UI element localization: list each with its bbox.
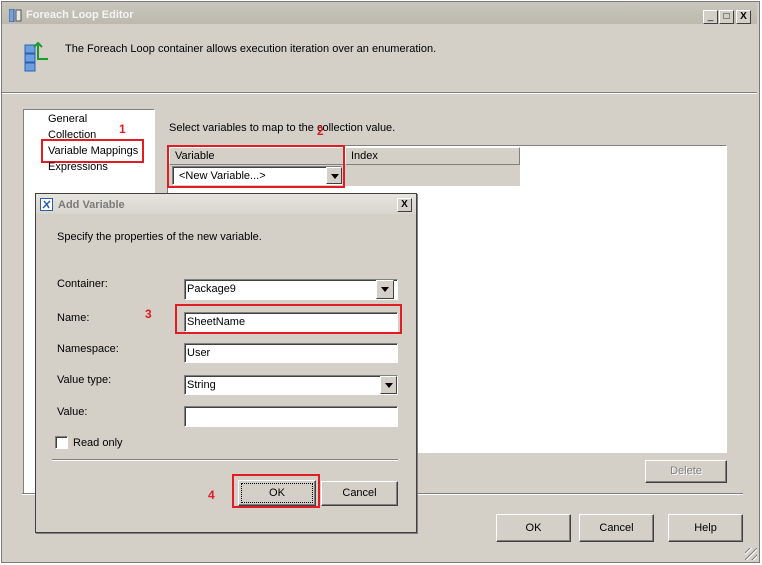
value-type-dropdown-value: String xyxy=(187,379,216,391)
highlight-box-1 xyxy=(41,139,144,163)
window-app-icon xyxy=(8,8,22,23)
variable-icon xyxy=(40,198,53,211)
value-label: Value: xyxy=(57,406,88,418)
read-only-checkbox[interactable] xyxy=(55,436,68,449)
annotation-3: 3 xyxy=(145,307,152,321)
value-input[interactable] xyxy=(184,406,398,427)
annotation-1: 1 xyxy=(119,122,126,136)
column-header-index[interactable]: Index xyxy=(345,147,520,165)
annotation-4: 4 xyxy=(208,488,215,502)
dialog-cancel-button[interactable]: Cancel xyxy=(321,481,398,506)
help-button[interactable]: Help xyxy=(668,514,743,542)
window-title: Foreach Loop Editor xyxy=(26,9,134,21)
highlight-box-4 xyxy=(232,474,320,508)
value-type-dropdown[interactable]: String xyxy=(184,375,398,395)
ok-button[interactable]: OK xyxy=(496,514,571,542)
namespace-input[interactable]: User xyxy=(184,343,398,363)
dialog-instruction: Specify the properties of the new variab… xyxy=(57,231,262,243)
highlight-box-2 xyxy=(167,145,345,188)
dialog-title: Add Variable xyxy=(58,199,125,211)
container-dropdown-value: Package9 xyxy=(187,283,236,295)
ok-button-label: OK xyxy=(525,522,542,534)
read-only-label: Read only xyxy=(73,437,123,449)
value-type-label: Value type: xyxy=(57,374,112,386)
nav-item-general[interactable]: General xyxy=(48,113,87,125)
help-button-label: Help xyxy=(694,522,717,534)
cancel-button[interactable]: Cancel xyxy=(579,514,654,542)
name-label: Name: xyxy=(57,312,90,324)
chevron-down-icon[interactable] xyxy=(376,280,394,299)
close-button[interactable]: X xyxy=(736,10,751,24)
delete-button[interactable]: Delete xyxy=(645,460,727,483)
chevron-down-icon[interactable] xyxy=(380,376,397,394)
dialog-divider xyxy=(52,459,398,461)
annotation-2: 2 xyxy=(317,124,324,138)
namespace-label: Namespace: xyxy=(57,343,119,355)
minimize-button[interactable]: _ xyxy=(703,10,718,24)
namespace-input-value: User xyxy=(187,347,211,359)
header-divider xyxy=(2,92,757,94)
container-dropdown[interactable]: Package9 xyxy=(184,279,398,300)
mappings-instruction: Select variables to map to the collectio… xyxy=(169,122,396,134)
resize-grip-icon[interactable] xyxy=(745,548,757,560)
highlight-box-3 xyxy=(175,304,402,334)
nav-item-expressions[interactable]: Expressions xyxy=(48,161,108,173)
dialog-close-button[interactable]: X xyxy=(397,198,412,212)
foreach-loop-icon xyxy=(24,41,54,75)
dialog-cancel-button-label: Cancel xyxy=(342,487,377,499)
maximize-button[interactable]: □ xyxy=(719,10,734,24)
cancel-button-label: Cancel xyxy=(599,522,634,534)
delete-button-label: Delete xyxy=(670,465,702,477)
container-label: Container: xyxy=(57,278,108,290)
header-description: The Foreach Loop container allows execut… xyxy=(65,43,437,55)
